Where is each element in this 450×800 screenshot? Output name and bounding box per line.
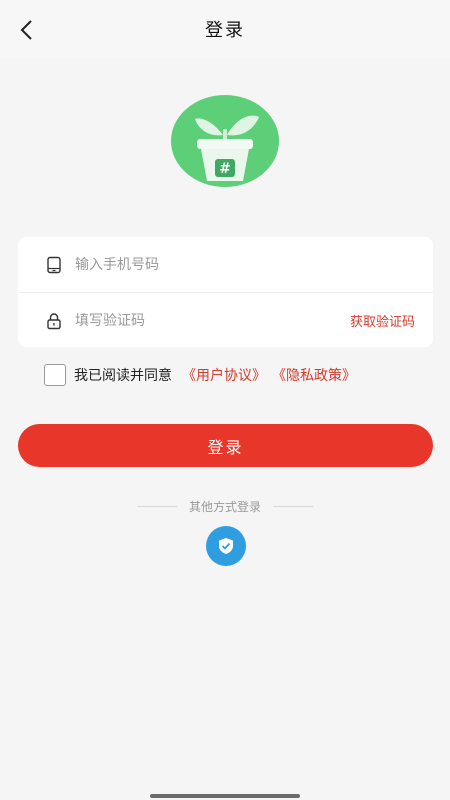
- login-button[interactable]: 登录: [18, 424, 433, 467]
- verification-code-input[interactable]: [75, 312, 315, 329]
- plant-pot-icon: #: [171, 95, 279, 187]
- login-form-card: 获取验证码: [18, 237, 433, 347]
- divider-line-left: [136, 505, 177, 507]
- agreement-row: 我已阅读并同意 《用户协议》 《隐私政策》: [44, 364, 356, 386]
- app-logo: #: [171, 95, 279, 187]
- other-login-label: 其他方式登录: [188, 499, 261, 514]
- user-agreement-link[interactable]: 《用户协议》: [182, 365, 266, 385]
- shield-check-icon: [219, 538, 233, 554]
- home-indicator: [150, 794, 300, 798]
- code-row: 获取验证码: [18, 293, 433, 348]
- privacy-policy-link[interactable]: 《隐私政策》: [272, 365, 356, 385]
- get-code-button[interactable]: 获取验证码: [350, 311, 415, 330]
- back-button[interactable]: [14, 17, 40, 43]
- logo-symbol: #: [219, 161, 231, 177]
- agreement-checkbox[interactable]: [44, 364, 66, 386]
- agreement-text: 我已阅读并同意: [74, 368, 172, 384]
- phone-input[interactable]: [75, 256, 315, 273]
- chevron-left-icon: [20, 20, 32, 40]
- header: 登录: [0, 0, 450, 58]
- lock-icon: [47, 312, 61, 329]
- alt-login-button[interactable]: [206, 526, 246, 566]
- other-login-divider: 其他方式登录: [0, 496, 450, 516]
- phone-icon: [47, 256, 61, 273]
- divider-line-right: [273, 505, 313, 507]
- phone-row: [18, 237, 433, 292]
- page-title: 登录: [205, 20, 245, 41]
